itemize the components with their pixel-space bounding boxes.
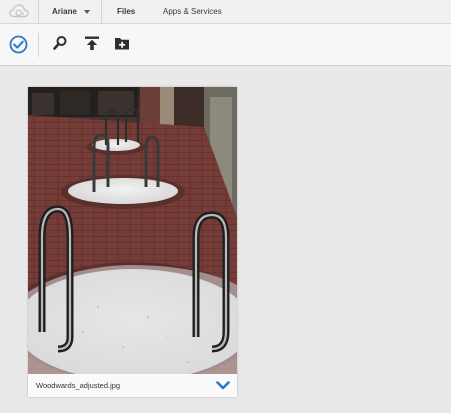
user-menu[interactable]: Ariane bbox=[52, 0, 90, 23]
select-button[interactable] bbox=[6, 24, 32, 65]
user-name: Ariane bbox=[52, 7, 77, 16]
new-folder-button[interactable] bbox=[110, 24, 136, 65]
new-folder-icon bbox=[115, 38, 129, 50]
select-checkmark-icon bbox=[9, 35, 28, 54]
file-name: Woodwards_adjusted.jpg bbox=[36, 381, 121, 390]
chevron-down-icon bbox=[83, 9, 90, 14]
upload-button[interactable] bbox=[80, 24, 106, 65]
creative-cloud-logo-icon bbox=[9, 4, 29, 18]
nav-apps-link[interactable]: Apps & Services bbox=[163, 0, 222, 23]
nav-files-link[interactable]: Files bbox=[117, 0, 135, 23]
upload-icon bbox=[85, 36, 99, 50]
search-button[interactable] bbox=[49, 24, 75, 65]
card-footer: Woodwards_adjusted.jpg bbox=[28, 374, 237, 397]
nav-divider bbox=[101, 0, 102, 23]
toolbar-divider bbox=[38, 33, 39, 57]
file-card[interactable]: Woodwards_adjusted.jpg bbox=[28, 87, 237, 397]
file-thumbnail[interactable] bbox=[28, 87, 237, 374]
top-nav-bar: Ariane Files Apps & Services bbox=[0, 0, 451, 24]
search-icon bbox=[53, 36, 67, 50]
bike-rack-photo bbox=[28, 87, 237, 374]
file-toolbar bbox=[0, 24, 451, 66]
chevron-down-icon[interactable] bbox=[216, 380, 230, 391]
logo-cell[interactable] bbox=[0, 0, 39, 23]
